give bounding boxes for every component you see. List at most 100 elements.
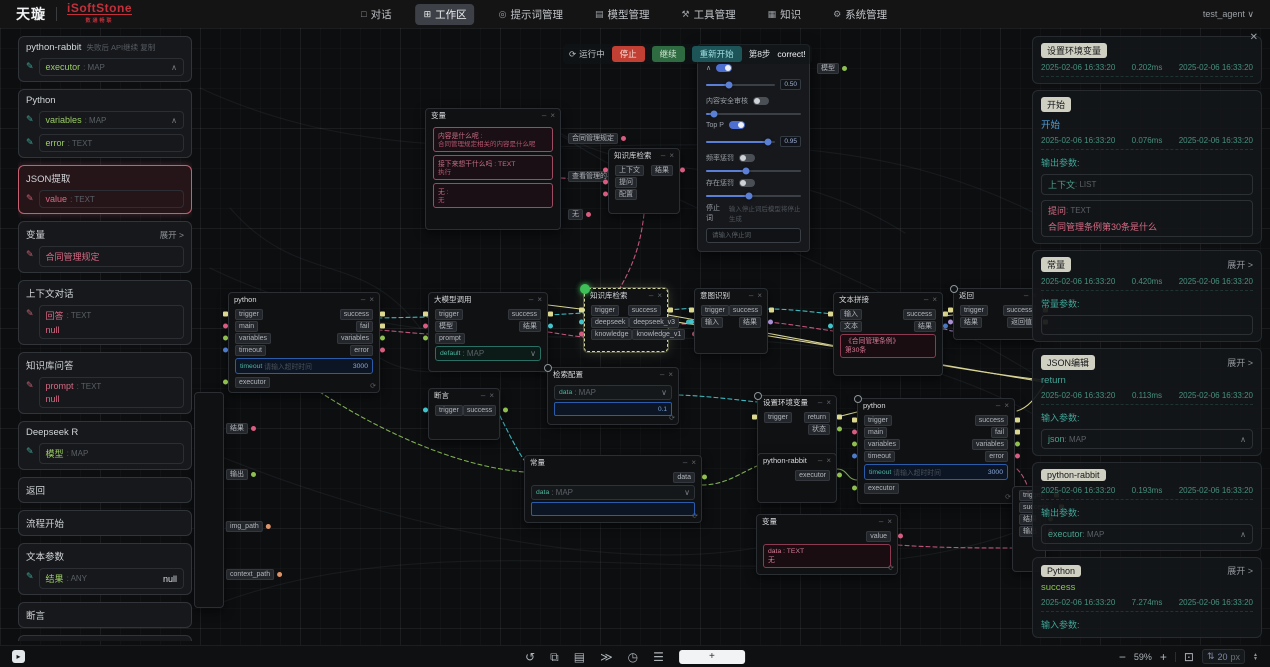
input-port[interactable]: trigger <box>960 305 988 316</box>
zoom-in-button[interactable]: + <box>1160 651 1167 663</box>
port-dot[interactable] <box>603 180 608 185</box>
input-port[interactable]: knowledge <box>591 329 632 340</box>
port-dot[interactable] <box>852 418 857 423</box>
port-dot[interactable] <box>668 308 673 313</box>
port-dot[interactable] <box>548 312 553 317</box>
port-dot[interactable] <box>943 312 948 317</box>
input-port[interactable]: 输入 <box>701 317 723 328</box>
resume-button[interactable]: 继续 <box>652 46 685 62</box>
close-icon[interactable]: × <box>668 371 673 379</box>
close-icon[interactable]: × <box>669 152 674 160</box>
node-badge[interactable]: 设置环境变量 <box>1041 43 1107 58</box>
node-return[interactable]: 返回–×triggersuccess结果返回值 <box>953 288 1043 340</box>
input-port[interactable]: main <box>235 321 258 332</box>
minimize-icon[interactable]: – <box>481 392 485 400</box>
output-port[interactable]: 结果 <box>651 165 673 176</box>
param-field[interactable]: variables: MAP∧ <box>39 111 184 129</box>
output-port[interactable]: success <box>508 309 541 320</box>
port-dot[interactable] <box>380 312 385 317</box>
port-dot[interactable] <box>423 312 428 317</box>
minimize-icon[interactable]: – <box>529 296 533 304</box>
output-port[interactable]: success <box>463 405 496 416</box>
grid-size-stepper[interactable]: ▲▼ <box>1253 653 1258 661</box>
param-field[interactable]: 合同管理规定 <box>39 246 184 267</box>
param-field[interactable]: executor : MAP∧ <box>1041 524 1253 544</box>
port-dot[interactable] <box>223 312 228 317</box>
close-icon[interactable]: × <box>537 296 542 304</box>
minimize-icon[interactable]: – <box>361 296 365 304</box>
expand-link[interactable]: 展开 > <box>1227 258 1253 271</box>
port-dot[interactable] <box>380 336 385 341</box>
port-dot[interactable] <box>1015 430 1020 435</box>
port-dot[interactable] <box>837 473 842 478</box>
node-llm[interactable]: 大模型调用–×triggersuccess模型结果promptdefault :… <box>428 292 548 372</box>
history-icon[interactable]: ◷ <box>628 651 638 663</box>
input-port[interactable]: 文本 <box>840 321 862 332</box>
node-badge[interactable]: python-rabbit <box>1041 469 1106 481</box>
port-dot[interactable] <box>1015 418 1020 423</box>
node-tall[interactable]: 结果输出img_pathcontext_path <box>194 392 224 608</box>
expand-link[interactable]: 展开 > <box>1227 564 1253 577</box>
output-port[interactable]: 合同管理规定 <box>568 133 626 144</box>
minimize-icon[interactable]: – <box>818 399 822 407</box>
port-dot[interactable] <box>948 320 953 325</box>
sidebar-node-card[interactable]: 知识库问答✎prompt: TEXTnull <box>18 635 192 641</box>
menu-item-chat[interactable]: □对话 <box>353 4 399 25</box>
node-concat[interactable]: 文本拼接–×输入success文本结果《合同管理条例》第30条 <box>833 292 943 376</box>
minimize-icon[interactable]: – <box>818 457 822 465</box>
param-field[interactable]: executor: MAP∧ <box>39 58 184 76</box>
output-port[interactable]: variables <box>972 439 1008 450</box>
input-port[interactable]: variables <box>864 439 900 450</box>
port-dot[interactable] <box>769 308 774 313</box>
port-dot[interactable] <box>603 192 608 197</box>
zoom-out-button[interactable]: − <box>1119 651 1126 663</box>
node-field[interactable]: timeout请输入超时时间3000 <box>235 358 373 374</box>
port-dot[interactable] <box>828 312 833 317</box>
sidebar-node-card[interactable]: 流程开始 <box>18 510 192 536</box>
node-const[interactable]: 常量–×datadata : MAP∨⟳ <box>524 455 702 523</box>
port-dot[interactable] <box>503 408 508 413</box>
port-dot[interactable] <box>223 348 228 353</box>
pink-field[interactable]: 无 :无 <box>433 183 553 208</box>
output-port[interactable]: context_path <box>226 569 282 580</box>
toggle-switch[interactable] <box>729 121 745 129</box>
input-port[interactable]: 提问 <box>615 177 637 188</box>
sidebar-node-card[interactable]: Python✎variables: MAP∧✎error: TEXT <box>18 89 192 158</box>
port-dot[interactable] <box>548 324 553 329</box>
param-field[interactable]: 提问 : TEXT合同管理条例第30条是什么 <box>1041 200 1253 237</box>
port-dot[interactable] <box>223 324 228 329</box>
output-port[interactable]: error <box>985 451 1008 462</box>
port-dot[interactable] <box>948 308 953 313</box>
port-dot[interactable] <box>603 168 608 173</box>
port-dot[interactable] <box>423 324 428 329</box>
restart-button[interactable]: 重新开始 <box>692 46 742 62</box>
menu-item-prompt[interactable]: ◎提示词管理 <box>491 4 571 25</box>
node-assert[interactable]: 断言–×triggersuccess <box>428 388 500 440</box>
close-icon[interactable]: × <box>757 292 762 300</box>
slider[interactable] <box>706 141 775 143</box>
output-port[interactable]: fail <box>356 321 373 332</box>
sidebar-node-card[interactable]: Deepseek R✎模型: MAP <box>18 421 192 470</box>
port-dot[interactable] <box>1015 442 1020 447</box>
port-dot[interactable] <box>579 320 584 325</box>
stop-button[interactable]: 停止 <box>612 46 645 62</box>
input-port[interactable]: 上下文 <box>615 165 644 176</box>
sidebar-node-card[interactable]: 断言 <box>18 602 192 628</box>
close-icon[interactable]: × <box>826 399 831 407</box>
sidebar-toggle-button[interactable]: ▸ <box>12 650 25 663</box>
port-dot[interactable] <box>689 320 694 325</box>
output-port[interactable]: img_path <box>226 521 271 532</box>
port-dot[interactable] <box>251 426 256 431</box>
output-port[interactable]: success <box>628 305 661 316</box>
port-dot[interactable] <box>828 324 833 329</box>
port-dot[interactable] <box>898 534 903 539</box>
port-dot[interactable] <box>586 212 591 217</box>
node-badge[interactable]: Python <box>1041 565 1081 577</box>
breakpoint-ring[interactable] <box>754 392 762 400</box>
output-port[interactable]: 输出 <box>226 469 256 480</box>
breakpoint-ring[interactable] <box>854 395 862 403</box>
slider[interactable] <box>706 84 775 86</box>
param-field[interactable]: 上下文 : LIST <box>1041 174 1253 195</box>
minimize-icon[interactable]: – <box>661 152 665 160</box>
input-port[interactable]: trigger <box>591 305 619 316</box>
